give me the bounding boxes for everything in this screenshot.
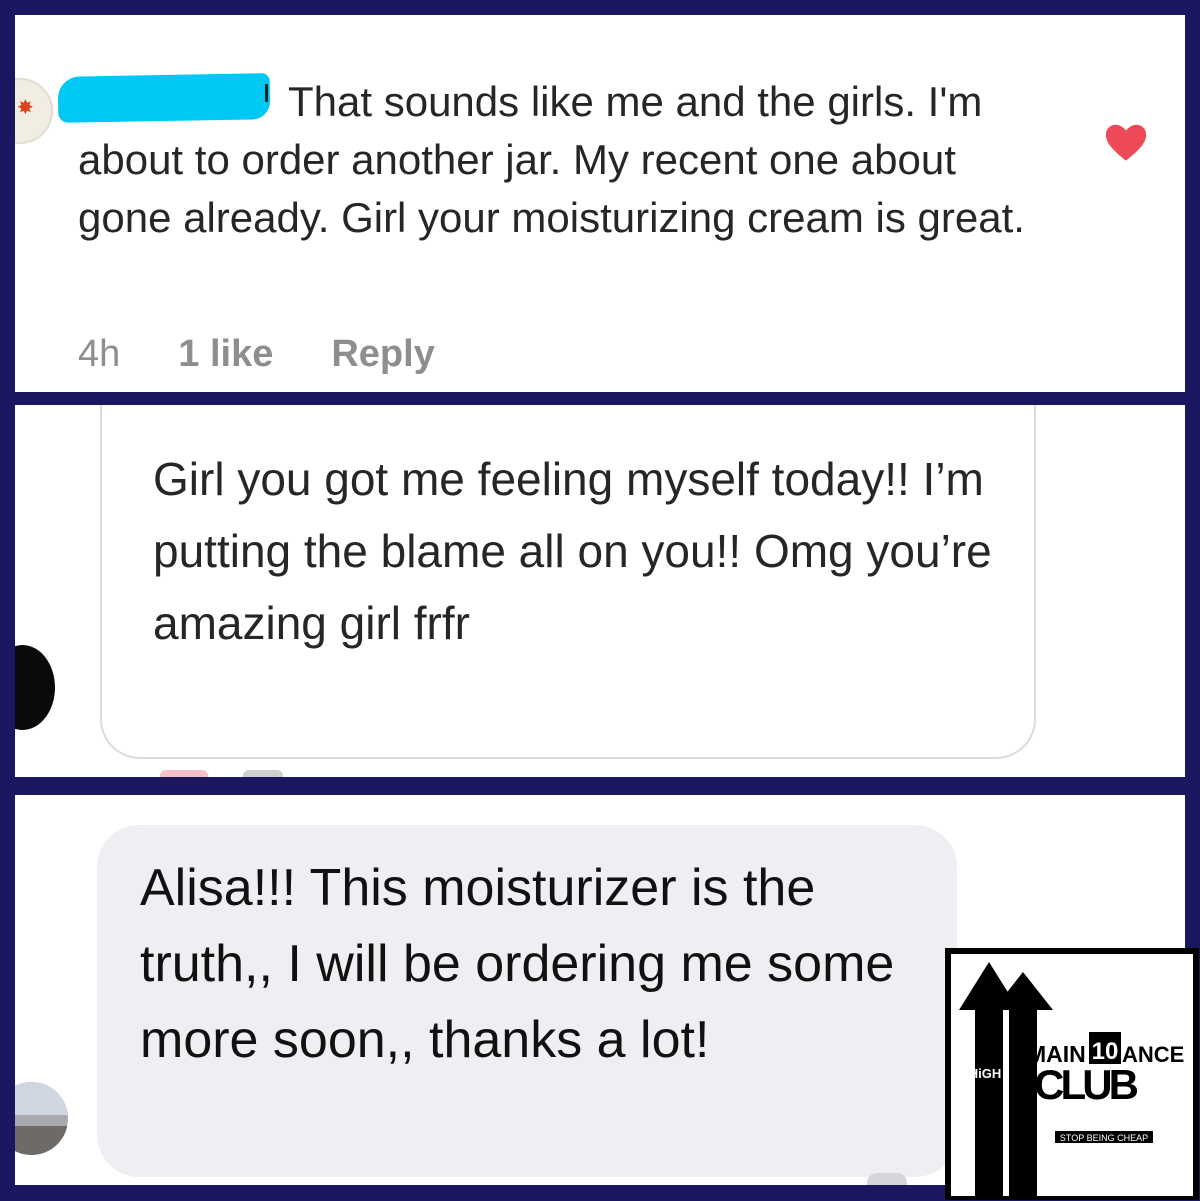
message-text: Girl you got me feeling myself today!! I… (153, 453, 992, 649)
logo-club-text: CLUB (1034, 1061, 1139, 1108)
redaction-edge (265, 84, 268, 102)
reaction-peek (243, 770, 283, 777)
avatar[interactable] (15, 1082, 68, 1155)
logo-graphic: HiGH MAIN 10 ANCE CLUB STOP BEING CHEAP (959, 962, 1184, 1196)
reaction-peek (867, 1173, 907, 1185)
message-text: Alisa!!! This moisturizer is the truth,,… (140, 859, 895, 1069)
comment-time: 4h (78, 333, 121, 375)
comment-meta: 4h 1 like Reply (78, 333, 493, 376)
like-count[interactable]: 1 like (178, 333, 273, 375)
reaction-peek (160, 770, 208, 777)
logo-high-text: HiGH (969, 1066, 1002, 1081)
logo-tagline: STOP BEING CHEAP (1060, 1133, 1148, 1143)
comment-panel: ✸ That sounds like me and the girls. I'm… (15, 15, 1185, 392)
avatar[interactable] (15, 645, 55, 730)
star-icon: ✸ (17, 97, 34, 119)
reply-link[interactable]: Reply (331, 333, 434, 375)
brand-logo: HiGH MAIN 10 ANCE CLUB STOP BEING CHEAP (945, 948, 1199, 1200)
heart-icon[interactable] (1103, 120, 1149, 166)
redacted-username (57, 73, 271, 123)
message-panel-outlined: Girl you got me feeling myself today!! I… (15, 405, 1185, 777)
